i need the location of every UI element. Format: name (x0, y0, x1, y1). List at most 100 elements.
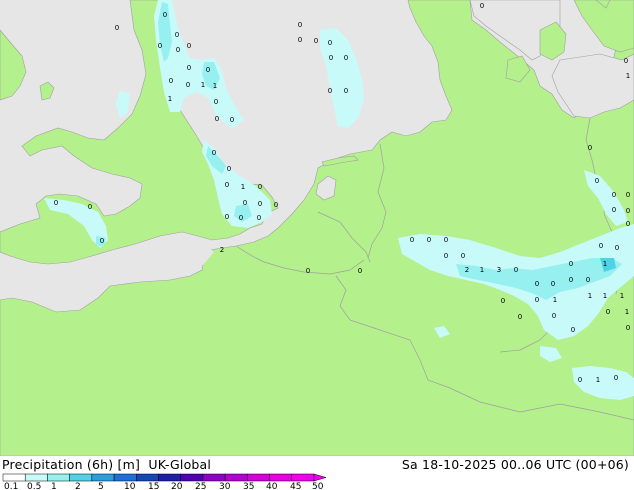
map-value: 0 (571, 326, 575, 334)
map-value: 0 (599, 242, 603, 250)
map-value: 1 (603, 292, 607, 300)
map-value: 0 (444, 252, 448, 260)
map-value: 0 (257, 214, 261, 222)
map-value: 1 (625, 308, 629, 316)
map-value: 0 (239, 214, 243, 222)
map-value: 1 (626, 72, 630, 80)
map-value: 0 (535, 280, 539, 288)
legend-color-box (180, 473, 204, 482)
map-value: 0 (328, 87, 332, 95)
map-value: 0 (461, 252, 465, 260)
legend-color-box (136, 473, 159, 482)
map-value: 0 (626, 191, 630, 199)
map-value: 1 (588, 292, 592, 300)
map-value: 0 (176, 46, 180, 54)
map-value: 1 (480, 266, 484, 274)
legend-color-box (24, 473, 48, 482)
map-value: 0 (615, 244, 619, 252)
map-value: 0 (187, 42, 191, 50)
map-value: 0 (518, 313, 522, 321)
map-value: 0 (225, 181, 229, 189)
map-value: 0 (187, 64, 191, 72)
model-name: UK-Global (148, 457, 212, 472)
map-value: 0 (626, 207, 630, 215)
legend-color-box (247, 473, 270, 482)
map-value: 0 (54, 199, 58, 207)
legend-overflow-arrow (313, 473, 327, 482)
map-value: 0 (551, 280, 555, 288)
legend-tick-label: 45 (290, 482, 301, 490)
map-value: 0 (358, 267, 362, 275)
legend-tick-label: 10 (124, 482, 136, 490)
map-value: 0 (175, 31, 179, 39)
map-value: 1 (620, 292, 624, 300)
precipitation-map: 0000000000000000011100000010001000000000… (0, 0, 634, 490)
map-value: 0 (298, 36, 302, 44)
map-value: 0 (258, 200, 262, 208)
legend-tick-label: 15 (148, 482, 159, 490)
map-value: 0 (427, 236, 431, 244)
map-value: 1 (596, 376, 600, 384)
map-value: 1 (201, 81, 205, 89)
map-value: 0 (569, 276, 573, 284)
map-value: 0 (612, 206, 616, 214)
map-value: 0 (344, 87, 348, 95)
map-value: 0 (410, 236, 414, 244)
legend-tick-label: 0.5 (27, 482, 41, 490)
map-value: 0 (614, 374, 618, 382)
map-value: 0 (206, 66, 210, 74)
legend-tick-label: 40 (266, 482, 278, 490)
map-value: 0 (480, 2, 484, 10)
map-value: 0 (569, 260, 573, 268)
legend-color-box (69, 473, 93, 482)
map-value: 0 (552, 312, 556, 320)
map-value: 0 (298, 21, 302, 29)
map-value: 0 (163, 11, 167, 19)
legend-tick-label: 0.1 (4, 482, 18, 490)
map-value: 0 (115, 24, 119, 32)
map-value: 2 (465, 266, 469, 274)
map-value: 1 (168, 95, 172, 103)
map-value: 2 (220, 246, 224, 254)
color-legend: 0.1 0.5 1 2 5 10 15 20 25 30 35 40 45 50 (2, 473, 327, 490)
map-value: 0 (306, 267, 310, 275)
map-value: 3 (497, 266, 501, 274)
legend-color-box (91, 473, 115, 482)
legend-tick-label: 5 (98, 482, 104, 490)
map-value: 0 (535, 296, 539, 304)
map-area: 0000000000000000011100000010001000000000… (0, 0, 634, 456)
map-value: 1 (241, 183, 245, 191)
map-value: 0 (230, 116, 234, 124)
legend-color-box (269, 473, 293, 482)
map-value: 1 (213, 82, 217, 90)
map-value: 0 (258, 183, 262, 191)
map-value: 0 (588, 144, 592, 152)
map-value: 0 (578, 376, 582, 384)
map-value: 0 (328, 39, 332, 47)
map-value: 0 (514, 266, 518, 274)
map-value: 0 (186, 81, 190, 89)
map-value: 0 (612, 191, 616, 199)
map-value: 0 (100, 237, 104, 245)
map-value: 0 (215, 115, 219, 123)
legend-tick-label: 50 (312, 482, 324, 490)
map-value: 0 (158, 42, 162, 50)
legend-color-box (2, 473, 26, 482)
legend-color-box (47, 473, 70, 482)
map-value: 0 (227, 165, 231, 173)
map-value: 0 (274, 201, 278, 209)
legend-color-box (224, 473, 248, 482)
map-value: 0 (501, 297, 505, 305)
product-title: Precipitation (6h) [m] UK-Global (2, 457, 211, 472)
map-value: 1 (553, 296, 557, 304)
map-value: 0 (212, 149, 216, 157)
map-value: 1 (603, 260, 607, 268)
legend-color-box (113, 473, 137, 482)
map-value: 0 (314, 37, 318, 45)
map-value: 0 (88, 203, 92, 211)
legend-color-box (158, 473, 181, 482)
legend-tick-label: 25 (195, 482, 206, 490)
map-value: 0 (344, 54, 348, 62)
map-value: 0 (595, 177, 599, 185)
map-value: 0 (329, 54, 333, 62)
